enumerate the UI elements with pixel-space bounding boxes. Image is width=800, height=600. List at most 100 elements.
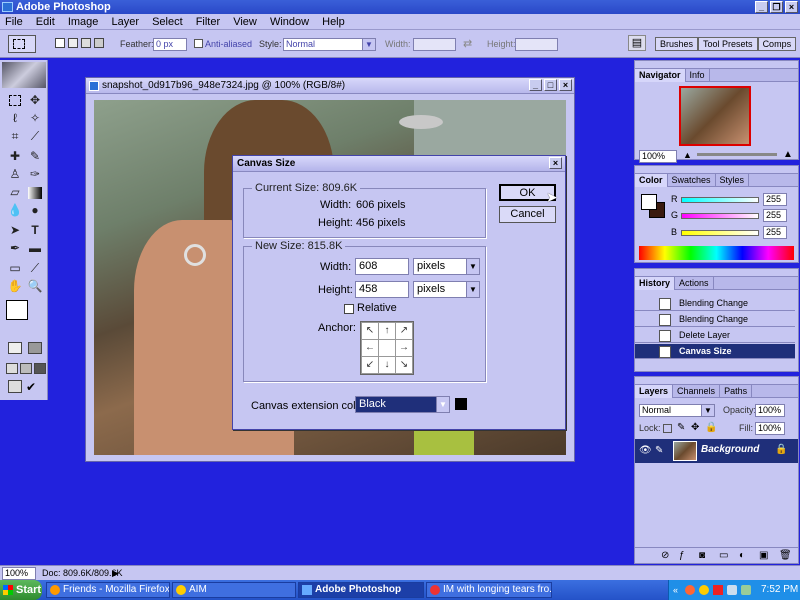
- g-input[interactable]: 255: [763, 209, 787, 222]
- tray-expand-icon[interactable]: «: [673, 580, 678, 600]
- lasso-tool-icon[interactable]: ℓ: [6, 110, 24, 126]
- ext-color-swatch[interactable]: [455, 398, 467, 410]
- type-tool-icon[interactable]: T: [26, 222, 44, 238]
- b-input[interactable]: 255: [763, 226, 787, 239]
- move-tool-icon[interactable]: ✥: [26, 92, 44, 108]
- channels-tab[interactable]: Channels: [673, 385, 721, 398]
- tray-acrobat-icon[interactable]: [713, 585, 723, 595]
- ext-color-select[interactable]: Black ▼: [355, 396, 450, 413]
- marquee-tool-icon[interactable]: [9, 95, 21, 106]
- g-slider[interactable]: [681, 213, 759, 219]
- r-input[interactable]: 255: [763, 193, 787, 206]
- menu-image[interactable]: Image: [63, 14, 104, 30]
- anchor-bottom-icon[interactable]: ↓: [378, 356, 396, 374]
- layer-mask-icon[interactable]: ◙: [699, 550, 705, 561]
- lock-paint-icon[interactable]: ✎: [677, 422, 685, 433]
- edit-in-imageready-icon[interactable]: ✔: [26, 380, 36, 394]
- link-layers-icon[interactable]: ⊘: [661, 550, 669, 561]
- crop-tool-icon[interactable]: ⌗: [6, 128, 24, 144]
- screen-mode-full-menu-icon[interactable]: [20, 363, 32, 374]
- tool-presets-tab[interactable]: Tool Presets: [698, 37, 758, 51]
- menu-window[interactable]: Window: [265, 14, 314, 30]
- navigator-tab[interactable]: Navigator: [635, 69, 686, 82]
- doc-maximize-button[interactable]: □: [544, 79, 557, 91]
- fill-input[interactable]: 100%: [755, 422, 785, 435]
- zoom-tool-icon[interactable]: 🔍: [26, 278, 44, 294]
- swap-icon[interactable]: ⇄: [463, 37, 472, 50]
- styles-tab[interactable]: Styles: [716, 174, 750, 187]
- tray-aim-icon[interactable]: [699, 585, 709, 595]
- color-ramp[interactable]: [639, 246, 794, 260]
- opacity-input[interactable]: 100%: [755, 404, 785, 417]
- color-fg-swatch[interactable]: [641, 194, 657, 210]
- tray-network-icon[interactable]: [727, 585, 737, 595]
- feather-input[interactable]: 0 px: [153, 38, 187, 51]
- layer-style-icon[interactable]: ƒ: [679, 550, 685, 561]
- anchor-top-left-icon[interactable]: ↖: [361, 322, 379, 340]
- screen-mode-standard-icon[interactable]: [6, 363, 18, 374]
- lock-move-icon[interactable]: ✥: [691, 422, 699, 433]
- new-selection-icon[interactable]: [55, 38, 65, 48]
- width-input[interactable]: 608: [355, 258, 409, 275]
- zoom-in-icon[interactable]: ▲: [783, 149, 793, 160]
- anchor-center-icon[interactable]: [378, 339, 396, 357]
- minimize-button[interactable]: _: [755, 1, 768, 13]
- cancel-button[interactable]: Cancel: [499, 206, 556, 223]
- width-unit-select[interactable]: pixels ▼: [413, 258, 480, 275]
- status-menu-arrow-icon[interactable]: ▶: [112, 566, 119, 580]
- restore-button[interactable]: ❐: [770, 1, 783, 13]
- layers-tab[interactable]: Layers: [635, 385, 674, 398]
- menu-help[interactable]: Help: [317, 14, 350, 30]
- anchor-bottom-right-icon[interactable]: ↘: [395, 356, 413, 374]
- new-group-icon[interactable]: ▭: [719, 550, 728, 561]
- swatches-tab[interactable]: Swatches: [668, 174, 716, 187]
- tray-app-icon[interactable]: [685, 585, 695, 595]
- status-zoom-input[interactable]: 100%: [2, 567, 36, 580]
- menu-file[interactable]: File: [0, 14, 28, 30]
- screen-mode-full-icon[interactable]: [34, 363, 46, 374]
- anchor-top-right-icon[interactable]: ↗: [395, 322, 413, 340]
- taskbar-item-photoshop[interactable]: Adobe Photoshop: [298, 582, 424, 598]
- jump-to-imageready-icon[interactable]: [8, 380, 22, 393]
- comps-tab[interactable]: Comps: [757, 37, 797, 51]
- healing-brush-icon[interactable]: ✚: [6, 148, 24, 164]
- navigator-zoom-input[interactable]: 100%: [639, 150, 677, 163]
- anchor-left-icon[interactable]: ←: [361, 339, 379, 357]
- height-input[interactable]: 458: [355, 281, 409, 298]
- r-slider[interactable]: [681, 197, 759, 203]
- magic-wand-icon[interactable]: ✧: [26, 110, 44, 126]
- height-unit-select[interactable]: pixels ▼: [413, 281, 480, 298]
- start-button[interactable]: Start: [0, 580, 42, 600]
- doc-close-button[interactable]: ×: [559, 79, 572, 91]
- blur-tool-icon[interactable]: 💧: [6, 202, 24, 218]
- shape-tool-icon[interactable]: ▬: [26, 240, 44, 256]
- slice-tool-icon[interactable]: ⟋: [26, 128, 44, 144]
- close-button[interactable]: ×: [785, 1, 798, 13]
- subtract-selection-icon[interactable]: [81, 38, 91, 48]
- paths-tab[interactable]: Paths: [720, 385, 753, 398]
- tray-volume-icon[interactable]: [741, 585, 751, 595]
- zoom-slider[interactable]: [697, 153, 777, 156]
- marquee-preset-picker[interactable]: [8, 35, 36, 53]
- layer-row[interactable]: 👁 ✎ Background 🔒: [635, 439, 798, 463]
- hand-tool-icon[interactable]: ✋: [6, 278, 24, 294]
- adobe-online-icon[interactable]: [2, 62, 46, 88]
- quick-mask-icon[interactable]: [28, 342, 42, 354]
- antialiased-checkbox[interactable]: [194, 39, 203, 48]
- lock-transparency-icon[interactable]: [663, 424, 672, 433]
- pen-tool-icon[interactable]: ✒: [6, 240, 24, 256]
- actions-tab[interactable]: Actions: [675, 277, 714, 290]
- b-slider[interactable]: [681, 230, 759, 236]
- width-input[interactable]: [413, 38, 456, 51]
- trash-icon[interactable]: 🗑: [779, 550, 792, 561]
- menu-view[interactable]: View: [228, 14, 262, 30]
- taskbar-item-firefox[interactable]: Friends - Mozilla Firefox: [46, 582, 170, 598]
- relative-checkbox[interactable]: [344, 304, 354, 314]
- lock-all-icon[interactable]: 🔒: [705, 422, 717, 433]
- menu-layer[interactable]: Layer: [106, 14, 144, 30]
- style-select[interactable]: Normal ▼: [283, 38, 376, 51]
- path-selection-icon[interactable]: ➤: [6, 222, 24, 238]
- anchor-bottom-left-icon[interactable]: ↙: [361, 356, 379, 374]
- color-tab[interactable]: Color: [635, 174, 668, 187]
- adjustment-layer-icon[interactable]: ◐: [739, 550, 745, 561]
